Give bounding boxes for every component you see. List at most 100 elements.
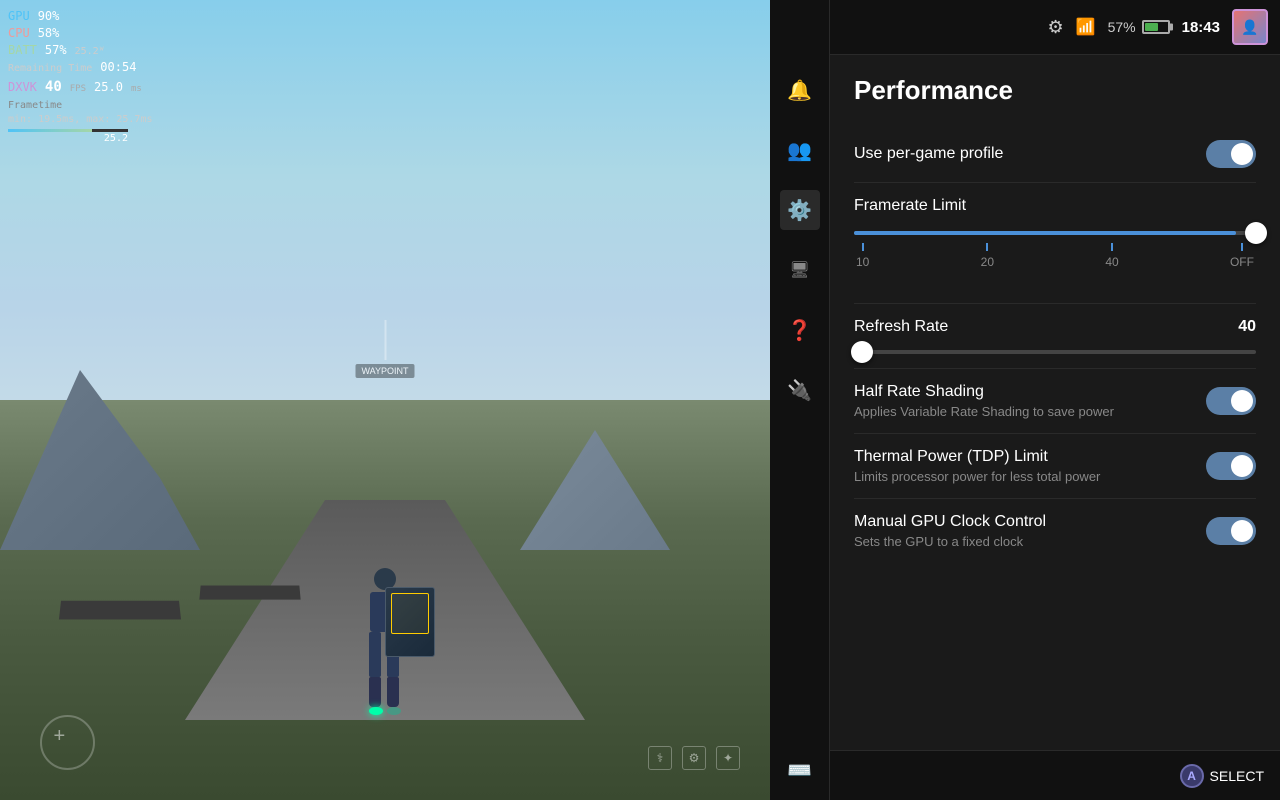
refresh-rate-section: Refresh Rate 40 bbox=[854, 304, 1256, 369]
gear-icon: ⚙️ bbox=[787, 198, 812, 223]
framerate-slider-track bbox=[854, 231, 1256, 235]
manual-gpu-row: Manual GPU Clock Control Sets the GPU to… bbox=[854, 499, 1256, 563]
marker-20: 20 bbox=[981, 243, 994, 269]
a-button-icon: A bbox=[1180, 764, 1204, 788]
top-bar: ⚙ 📶 57% 18:43 👤 bbox=[830, 0, 1280, 55]
settings-gear-icon[interactable]: ⚙ bbox=[1048, 17, 1064, 38]
thermal-power-toggle[interactable] bbox=[1206, 452, 1256, 480]
time-display: 18:43 bbox=[1182, 19, 1220, 36]
main-content: ⚙ 📶 57% 18:43 👤 Performance Use per-game… bbox=[830, 0, 1280, 800]
platform-left bbox=[59, 601, 181, 620]
hud-frametime-label: Frametime bbox=[8, 99, 153, 113]
right-panel: 🔔 👥 ⚙️ 🖥 ❓ 🔌 ⌨️ ⚙ 📶 57% bbox=[770, 0, 1280, 800]
hud-batt-value: 57% bbox=[45, 42, 67, 59]
hud-icon-2: ⚙ bbox=[682, 746, 706, 770]
waypoint-marker: WAYPOINT bbox=[356, 320, 415, 378]
refresh-rate-label: Refresh Rate bbox=[854, 318, 948, 336]
half-rate-shading-toggle[interactable] bbox=[1206, 387, 1256, 415]
hud-frametime-val: 25.2 bbox=[8, 132, 128, 146]
hud-compass bbox=[40, 715, 95, 770]
settings-panel[interactable]: Performance Use per-game profile Framera… bbox=[830, 55, 1280, 750]
battery-icon bbox=[1142, 20, 1170, 34]
toggle-thumb bbox=[1231, 143, 1253, 165]
thermal-power-row: Thermal Power (TDP) Limit Limits process… bbox=[854, 434, 1256, 499]
thermal-power-label: Thermal Power (TDP) Limit bbox=[854, 448, 1206, 466]
manual-gpu-info: Manual GPU Clock Control Sets the GPU to… bbox=[854, 513, 1206, 549]
framerate-slider-markers: 10 20 40 OFF bbox=[854, 243, 1256, 269]
sidebar: 🔔 👥 ⚙️ 🖥 ❓ 🔌 ⌨️ bbox=[770, 0, 830, 800]
per-game-profile-row: Use per-game profile bbox=[854, 126, 1256, 183]
display-icon: 🖥 bbox=[789, 260, 809, 280]
marker-label-20: 20 bbox=[981, 255, 994, 269]
avatar-image: 👤 bbox=[1241, 19, 1258, 36]
marker-off: OFF bbox=[1230, 243, 1254, 269]
per-game-profile-toggle[interactable] bbox=[1206, 140, 1256, 168]
framerate-limit-section: Framerate Limit 10 20 bbox=[854, 183, 1256, 304]
platform-right bbox=[199, 586, 300, 600]
hud-frametime-bar bbox=[8, 129, 128, 132]
marker-40: 40 bbox=[1105, 243, 1118, 269]
hud-icon-3: ✦ bbox=[716, 746, 740, 770]
users-icon: 👥 bbox=[787, 138, 812, 163]
framerate-limit-label: Framerate Limit bbox=[854, 197, 1256, 215]
select-button[interactable]: A SELECT bbox=[1180, 764, 1264, 788]
per-game-profile-info: Use per-game profile bbox=[854, 145, 1206, 163]
bell-icon: 🔔 bbox=[787, 78, 812, 103]
char-leg-right-lower bbox=[387, 677, 399, 707]
half-rate-shading-info: Half Rate Shading Applies Variable Rate … bbox=[854, 383, 1206, 419]
sidebar-item-power[interactable]: 🔌 bbox=[780, 370, 820, 410]
bottom-bar: A SELECT bbox=[830, 750, 1280, 800]
hud-ms-unit: ms bbox=[131, 83, 142, 96]
half-rate-shading-row: Half Rate Shading Applies Variable Rate … bbox=[854, 369, 1256, 434]
player-character bbox=[369, 568, 401, 715]
glow-boot-left bbox=[369, 707, 383, 715]
sidebar-item-settings[interactable]: ⚙️ bbox=[780, 190, 820, 230]
framerate-slider-thumb[interactable] bbox=[1245, 222, 1267, 244]
power-icon: 🔌 bbox=[787, 378, 812, 403]
user-avatar[interactable]: 👤 bbox=[1232, 9, 1268, 45]
marker-tick-off bbox=[1241, 243, 1243, 251]
sidebar-item-keyboard[interactable]: ⌨️ bbox=[780, 750, 820, 790]
char-backpack bbox=[385, 587, 435, 657]
battery-indicator: 57% bbox=[1108, 19, 1170, 35]
glow-boot-right bbox=[387, 707, 401, 715]
hud-batt-time: 00:54 bbox=[100, 59, 136, 76]
char-leg-left-upper bbox=[369, 632, 381, 677]
hud-fps-unit: FPS bbox=[70, 83, 86, 96]
thermal-power-sublabel: Limits processor power for less total po… bbox=[854, 469, 1206, 484]
sidebar-item-users[interactable]: 👥 bbox=[780, 130, 820, 170]
marker-tick-20 bbox=[986, 243, 988, 251]
hud-icon-1: ⚕ bbox=[648, 746, 672, 770]
hud-dxvk-ms: 25.0 bbox=[94, 79, 123, 96]
thermal-power-info: Thermal Power (TDP) Limit Limits process… bbox=[854, 448, 1206, 484]
hud-gpu-value: 90% bbox=[38, 8, 60, 25]
half-rate-shading-sublabel: Applies Variable Rate Shading to save po… bbox=[854, 404, 1206, 419]
help-icon: ❓ bbox=[787, 318, 812, 343]
wifi-icon: 📶 bbox=[1076, 17, 1096, 37]
sidebar-item-display[interactable]: 🖥 bbox=[780, 250, 820, 290]
refresh-slider-track bbox=[854, 350, 1256, 354]
manual-gpu-sublabel: Sets the GPU to a fixed clock bbox=[854, 534, 1206, 549]
marker-label-40: 40 bbox=[1105, 255, 1118, 269]
toggle-thumb bbox=[1231, 455, 1253, 477]
marker-tick-10 bbox=[862, 243, 864, 251]
hud-remaining-time-label: Remaining Time bbox=[8, 62, 92, 76]
crosshair bbox=[58, 733, 78, 753]
hud-batt-power: 25.2ᵂ bbox=[75, 45, 105, 59]
refresh-slider-thumb[interactable] bbox=[851, 341, 873, 363]
select-label: SELECT bbox=[1210, 768, 1264, 784]
hud-dxvk-label: DXVK bbox=[8, 79, 37, 96]
battery-percentage: 57% bbox=[1108, 19, 1136, 35]
sidebar-item-help[interactable]: ❓ bbox=[780, 310, 820, 350]
framerate-slider-fill bbox=[854, 231, 1236, 235]
char-leg-left-lower bbox=[369, 677, 381, 707]
char-torso bbox=[370, 592, 400, 632]
marker-10: 10 bbox=[856, 243, 869, 269]
battery-fill bbox=[1145, 23, 1158, 31]
hud-overlay: GPU 90% CPU 58% BATT 57% 25.2ᵂ Remaining… bbox=[8, 8, 153, 146]
manual-gpu-toggle[interactable] bbox=[1206, 517, 1256, 545]
per-game-profile-label: Use per-game profile bbox=[854, 145, 1206, 163]
half-rate-shading-label: Half Rate Shading bbox=[854, 383, 1206, 401]
sidebar-item-notifications[interactable]: 🔔 bbox=[780, 70, 820, 110]
page-title: Performance bbox=[854, 75, 1256, 106]
